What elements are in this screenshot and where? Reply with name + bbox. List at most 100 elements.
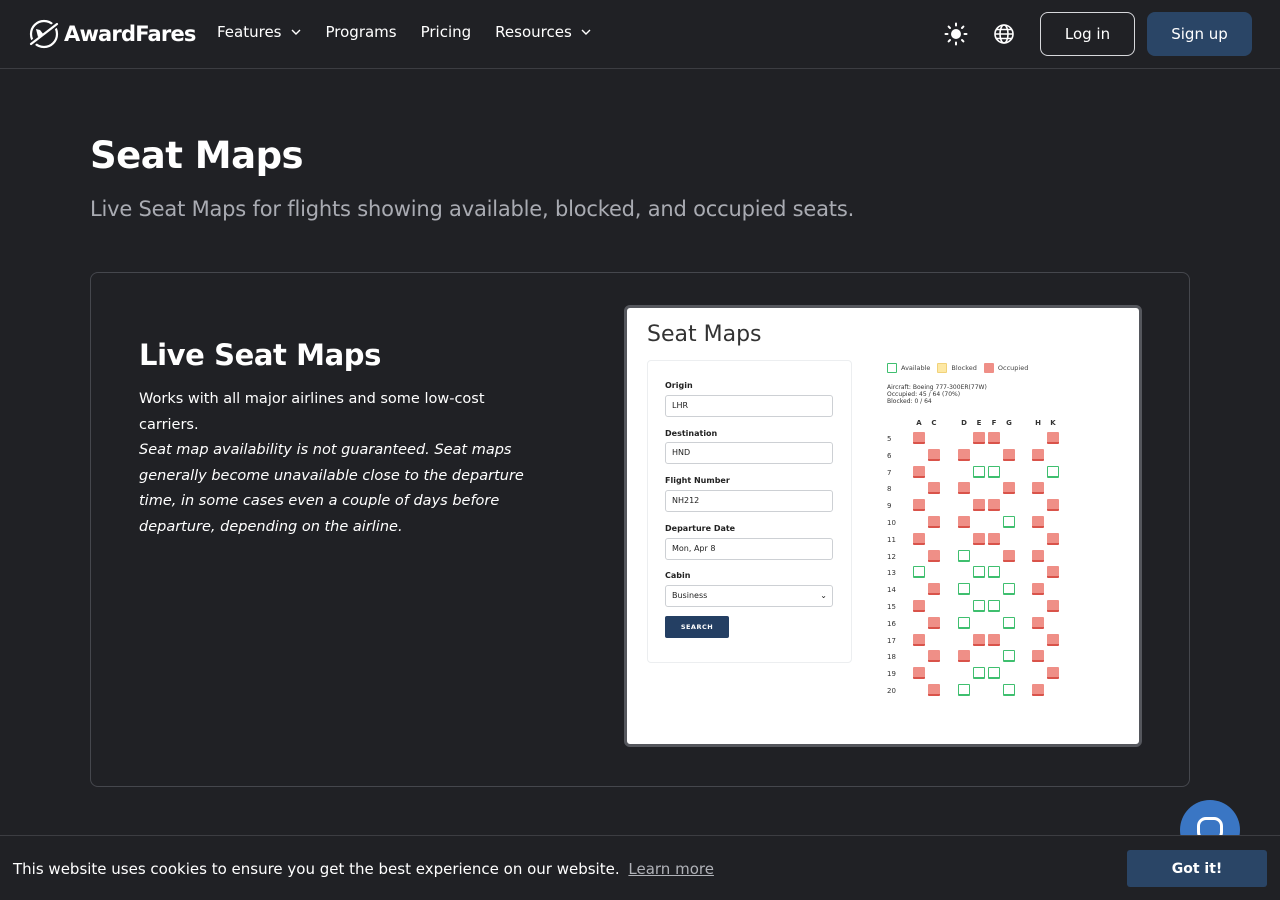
seat-occupied[interactable]	[958, 482, 970, 495]
seat-occupied[interactable]	[973, 633, 985, 646]
brand-name: AwardFares	[64, 22, 196, 46]
seat-available[interactable]	[1003, 650, 1015, 663]
seat-occupied[interactable]	[988, 633, 1000, 646]
seat-occupied[interactable]	[1032, 650, 1044, 663]
seat-occupied[interactable]	[913, 633, 925, 646]
seat-occupied[interactable]	[928, 583, 940, 596]
seat-occupied[interactable]	[1047, 667, 1059, 680]
destination-label: Destination	[665, 429, 718, 438]
feature-card: Live Seat Maps Works with all major airl…	[90, 272, 1190, 787]
seat-occupied[interactable]	[1032, 616, 1044, 629]
seat-occupied[interactable]	[928, 684, 940, 696]
seat-occupied[interactable]	[913, 499, 925, 512]
globe-icon[interactable]	[992, 22, 1016, 46]
seat-available[interactable]	[1003, 516, 1015, 528]
flight-number-field[interactable]: NH212	[665, 490, 833, 512]
seat-occupied[interactable]	[988, 532, 1000, 545]
seat-available[interactable]	[1047, 465, 1059, 478]
seat-occupied[interactable]	[1032, 482, 1044, 495]
seat-occupied[interactable]	[958, 650, 970, 663]
seat-row-number: 6	[887, 451, 892, 460]
destination-field[interactable]: HND	[665, 442, 833, 464]
seat-occupied[interactable]	[1032, 516, 1044, 528]
seat-row-number: 14	[887, 586, 896, 595]
seat-occupied[interactable]	[958, 516, 970, 528]
seat-occupied[interactable]	[928, 549, 940, 562]
origin-field[interactable]: LHR	[665, 395, 833, 417]
seat-available[interactable]	[1003, 616, 1015, 629]
top-navbar: AwardFares Features Programs Pricing Res…	[0, 0, 1280, 69]
seat-row-number: 10	[887, 519, 896, 527]
seat-row-number: 20	[887, 687, 896, 695]
seat-occupied[interactable]	[1047, 432, 1059, 444]
seat-row-number: 13	[887, 569, 896, 578]
seat-available[interactable]	[958, 549, 970, 562]
cabin-label: Cabin	[665, 571, 691, 580]
nav-resources[interactable]: Resources	[495, 23, 592, 41]
seat-occupied[interactable]	[1032, 549, 1044, 562]
seat-occupied[interactable]	[988, 432, 1000, 444]
nav-features[interactable]: Features	[217, 23, 302, 41]
nav-programs[interactable]: Programs	[326, 23, 397, 41]
seat-occupied[interactable]	[1003, 448, 1015, 461]
seat-available[interactable]	[1003, 684, 1015, 696]
legend-blocked-swatch	[937, 363, 948, 373]
seat-column-header: G	[1006, 419, 1012, 427]
seat-occupied[interactable]	[928, 448, 940, 461]
seat-occupied[interactable]	[958, 448, 970, 461]
seat-occupied[interactable]	[1047, 633, 1059, 646]
seat-occupied[interactable]	[1032, 684, 1044, 696]
seat-occupied[interactable]	[1003, 549, 1015, 562]
cabin-select[interactable]: Business ⌄	[665, 585, 833, 607]
seat-occupied[interactable]	[1032, 448, 1044, 461]
seat-available[interactable]	[988, 600, 1000, 612]
seat-occupied[interactable]	[928, 650, 940, 663]
seat-occupied[interactable]	[1047, 566, 1059, 579]
preview-title: Seat Maps	[647, 322, 762, 347]
seat-available[interactable]	[958, 684, 970, 696]
seat-occupied[interactable]	[913, 432, 925, 444]
seat-occupied[interactable]	[928, 516, 940, 528]
seat-available[interactable]	[973, 667, 985, 680]
seat-occupied[interactable]	[913, 600, 925, 612]
search-button[interactable]: SEARCH	[665, 616, 729, 638]
cookie-message: This website uses cookies to ensure you …	[13, 860, 714, 878]
seat-available[interactable]	[988, 566, 1000, 579]
seat-available[interactable]	[1003, 583, 1015, 596]
origin-label: Origin	[665, 381, 693, 390]
seat-occupied[interactable]	[1003, 482, 1015, 495]
seat-available[interactable]	[958, 583, 970, 596]
legend-blocked: Blocked	[937, 363, 977, 373]
seat-available[interactable]	[973, 566, 985, 579]
seat-occupied[interactable]	[928, 616, 940, 629]
seat-available[interactable]	[913, 566, 925, 579]
nav-pricing[interactable]: Pricing	[421, 23, 472, 41]
seat-occupied[interactable]	[913, 667, 925, 680]
seat-occupied[interactable]	[973, 499, 985, 512]
seat-available[interactable]	[973, 600, 985, 612]
seat-occupied[interactable]	[973, 432, 985, 444]
brand-logo[interactable]: AwardFares	[28, 18, 196, 50]
seat-row-number: 9	[887, 502, 892, 511]
departure-date-field[interactable]: Mon, Apr 8	[665, 538, 833, 560]
signup-button[interactable]: Sign up	[1147, 12, 1252, 56]
seat-occupied[interactable]	[1047, 499, 1059, 512]
legend-occupied: Occupied	[983, 363, 1028, 373]
accept-cookies-button[interactable]: Got it!	[1127, 850, 1267, 887]
seat-occupied[interactable]	[913, 532, 925, 545]
seat-available[interactable]	[973, 465, 985, 478]
seat-row-number: 16	[887, 619, 896, 628]
login-button[interactable]: Log in	[1040, 12, 1135, 56]
seat-available[interactable]	[988, 465, 1000, 478]
seat-occupied[interactable]	[1032, 583, 1044, 596]
seat-occupied[interactable]	[928, 482, 940, 495]
seat-occupied[interactable]	[913, 465, 925, 478]
learn-more-link[interactable]: Learn more	[628, 860, 714, 878]
seat-occupied[interactable]	[973, 532, 985, 545]
seat-available[interactable]	[988, 667, 1000, 680]
seat-available[interactable]	[958, 616, 970, 629]
seat-occupied[interactable]	[1047, 532, 1059, 545]
sun-icon[interactable]	[944, 22, 968, 46]
seat-occupied[interactable]	[988, 499, 1000, 512]
seat-occupied[interactable]	[1047, 600, 1059, 612]
